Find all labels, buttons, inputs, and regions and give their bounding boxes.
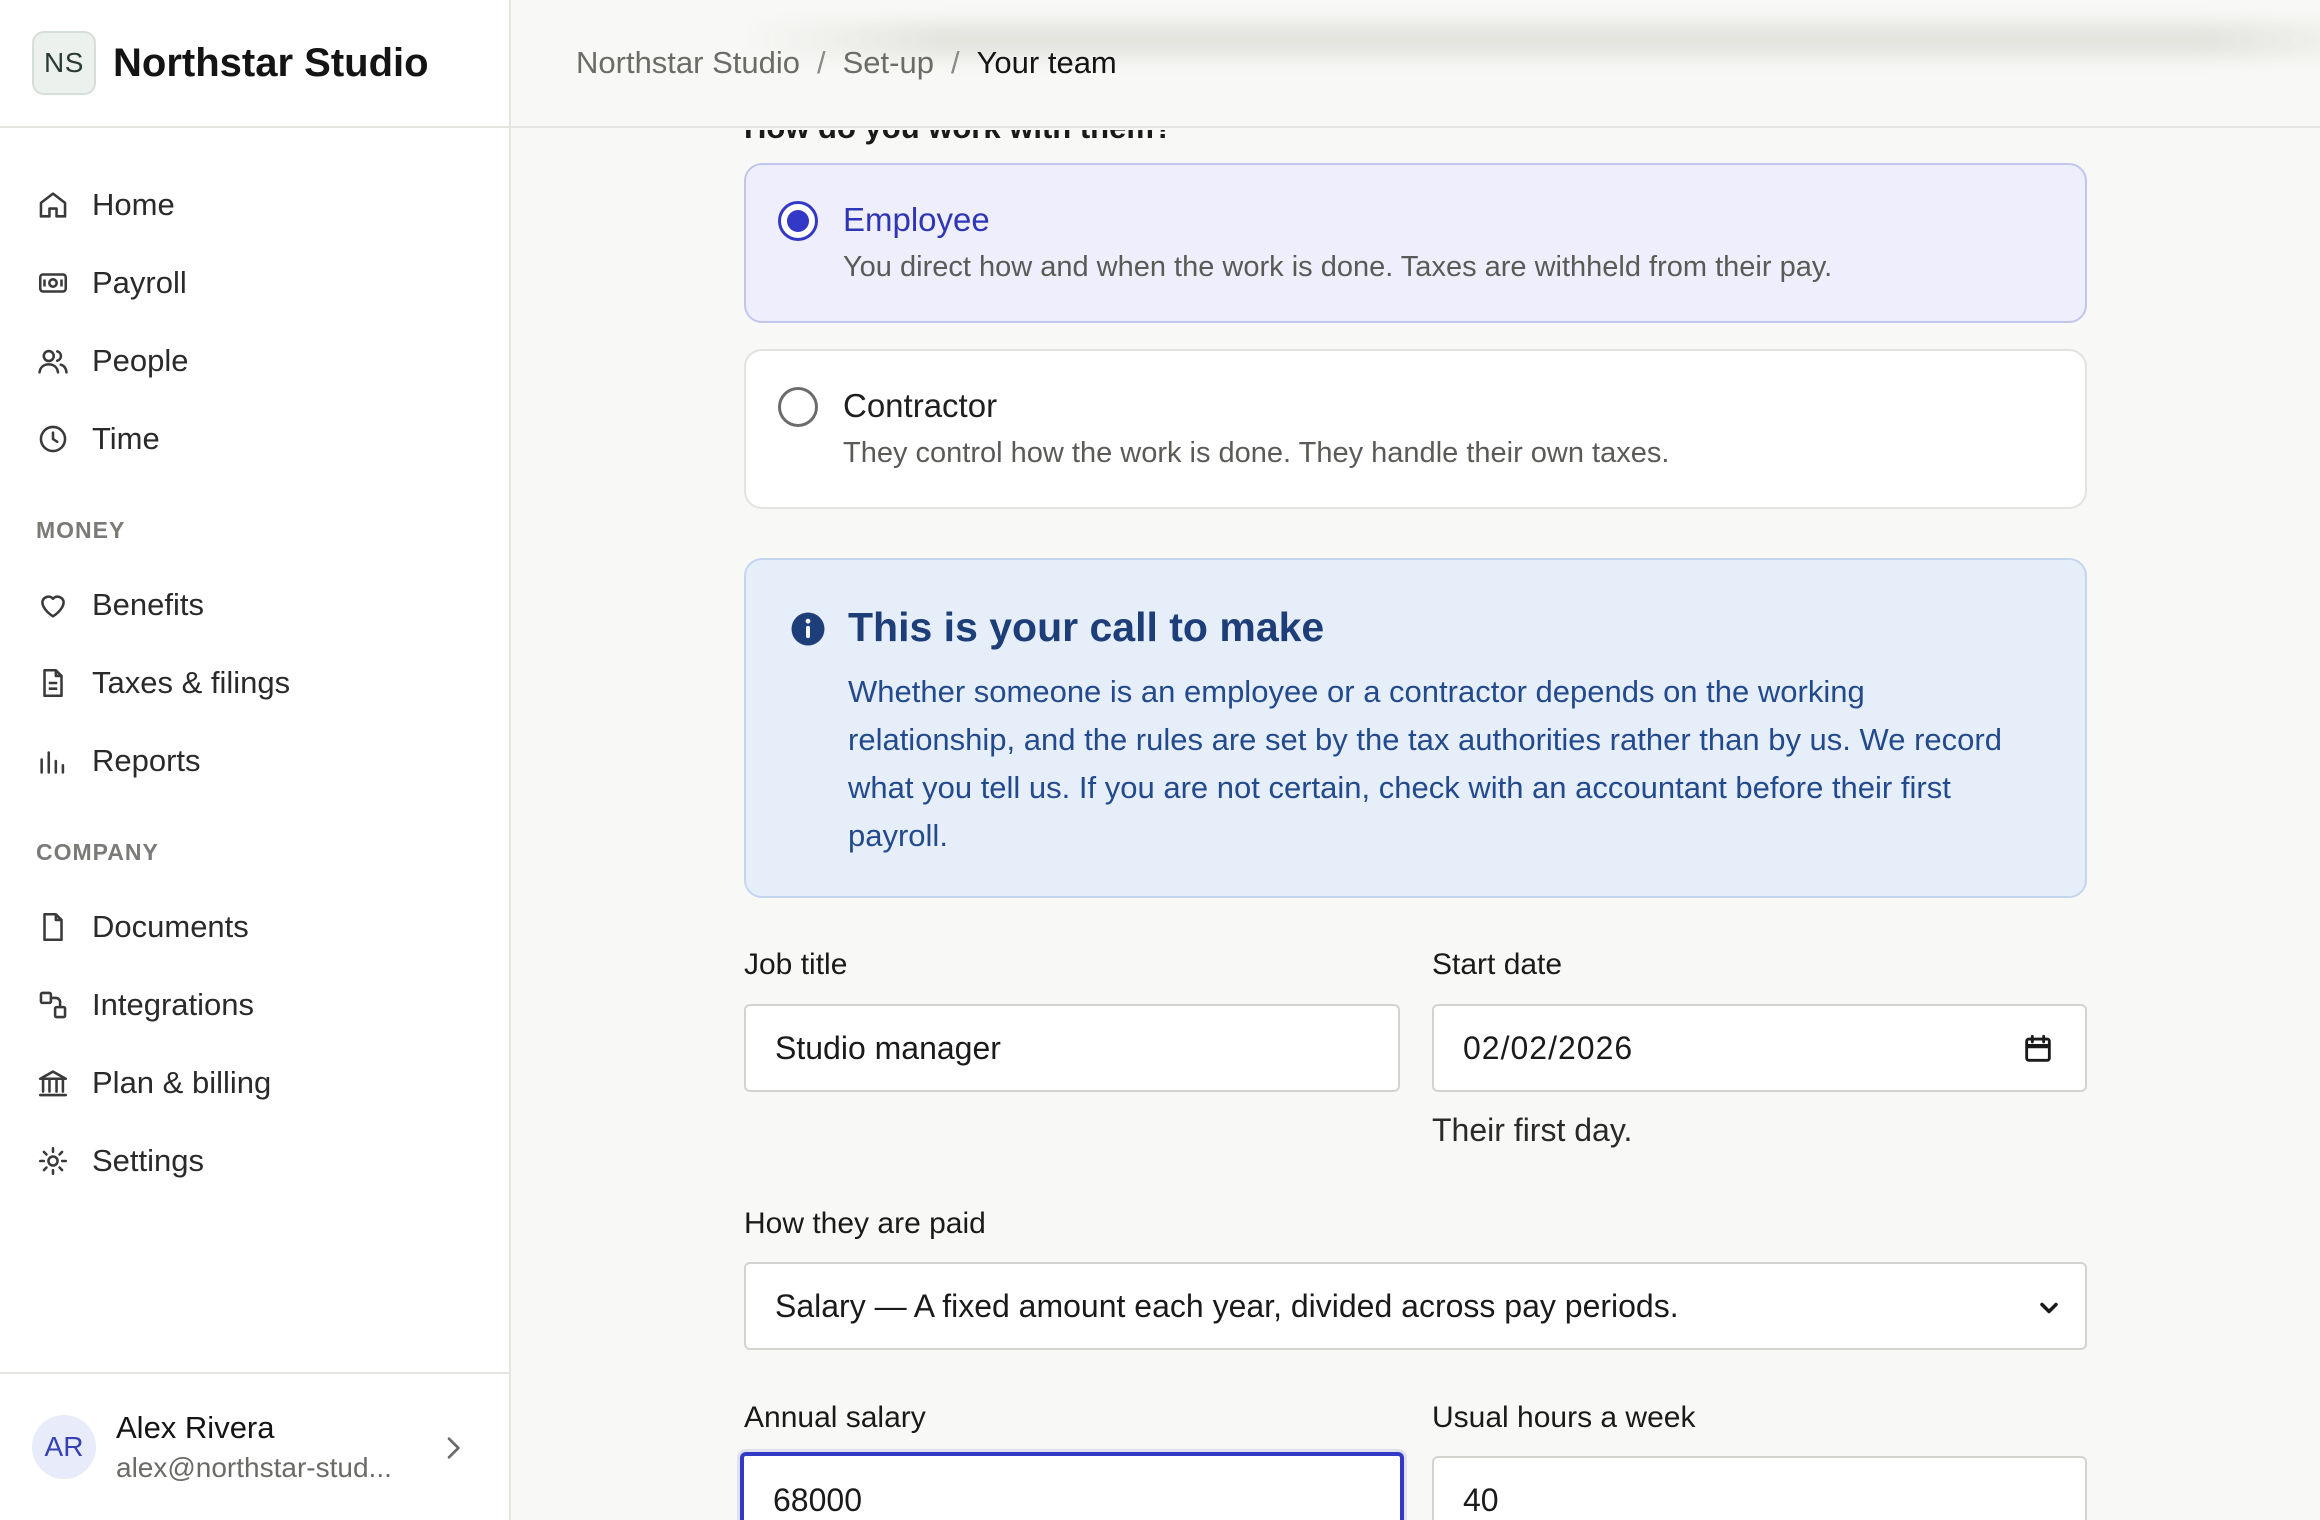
- sidebar-item-plan-billing[interactable]: Plan & billing: [0, 1044, 509, 1122]
- bar-chart-icon: [40, 751, 65, 774]
- breadcrumb-setup[interactable]: Set-up: [843, 45, 934, 81]
- pay-type-select[interactable]: Salary — A fixed amount each year, divid…: [744, 1262, 2087, 1350]
- nav-section-money: MONEY: [36, 516, 126, 543]
- option-description: They control how the work is done. They …: [843, 437, 1670, 469]
- file-icon: [43, 912, 63, 942]
- sidebar-item-label: Settings: [92, 1143, 205, 1178]
- user-email: alex@northstar-stud...: [116, 1452, 392, 1483]
- brand-name: Northstar Studio: [113, 40, 429, 85]
- callout-title: This is your call to make: [848, 604, 1325, 650]
- annual-salary-input[interactable]: 68000: [740, 1452, 1404, 1520]
- sidebar-item-benefits[interactable]: Benefits: [0, 566, 509, 644]
- app: NS Northstar Studio Home Payroll People …: [0, 0, 2320, 1520]
- sidebar-item-people[interactable]: People: [0, 322, 509, 400]
- sidebar: NS Northstar Studio Home Payroll People …: [0, 0, 511, 1520]
- sidebar-item-documents[interactable]: Documents: [0, 888, 509, 966]
- chevron-right-icon: [447, 1437, 460, 1459]
- chevron-down-icon: [2040, 1302, 2058, 1314]
- hours-label: Usual hours a week: [1432, 1401, 1696, 1434]
- sidebar-item-label: People: [92, 343, 189, 378]
- info-icon: [791, 612, 825, 646]
- callout-body: Whether someone is an employee or a cont…: [848, 674, 2002, 853]
- job-title-value: Studio manager: [775, 1029, 1001, 1066]
- start-date-help: Their first day.: [1432, 1112, 1633, 1148]
- start-date-value: 02/02/2026: [1463, 1029, 1634, 1066]
- user-info: Alex Rivera alex@northstar-stud...: [116, 1410, 436, 1484]
- option-employee[interactable]: Employee You direct how and when the wor…: [744, 163, 2087, 323]
- sidebar-nav: Home Payroll People Time MONEY Benefits: [0, 128, 509, 1200]
- start-date-label: Start date: [1432, 948, 1563, 981]
- sidebar-item-reports[interactable]: Reports: [0, 722, 509, 800]
- sidebar-item-integrations[interactable]: Integrations: [0, 966, 509, 1044]
- gear-icon: [38, 1146, 68, 1176]
- pay-type-value: Salary — A fixed amount each year, divid…: [775, 1287, 1679, 1324]
- document-icon: [43, 668, 63, 698]
- home-icon: [39, 192, 67, 218]
- sidebar-item-payroll[interactable]: Payroll: [0, 244, 509, 322]
- sidebar-item-label: Documents: [92, 909, 249, 944]
- worker-type-question: How do you work with them?: [744, 130, 1173, 146]
- option-contractor[interactable]: Contractor They control how the work is …: [744, 349, 2087, 509]
- top-bar: Northstar Studio / Set-up / Your team: [511, 0, 2320, 128]
- brand[interactable]: NS Northstar Studio: [0, 0, 509, 128]
- avatar: AR: [32, 1415, 96, 1479]
- option-title: Contractor: [843, 387, 998, 424]
- breadcrumb-separator: /: [817, 45, 826, 80]
- nav-section-company: COMPANY: [36, 838, 159, 865]
- option-title: Employee: [843, 201, 990, 238]
- sidebar-item-label: Home: [92, 187, 175, 222]
- brand-logo: NS: [32, 31, 96, 95]
- integrations-icon: [39, 991, 67, 1019]
- sidebar-item-settings[interactable]: Settings: [0, 1122, 509, 1200]
- breadcrumb-separator: /: [950, 45, 960, 80]
- breadcrumb-root[interactable]: Northstar Studio: [576, 45, 800, 81]
- sidebar-item-label: Payroll: [92, 265, 187, 300]
- sidebar-item-label: Benefits: [92, 587, 205, 622]
- option-description: You direct how and when the work is done…: [843, 251, 1833, 283]
- sidebar-item-time[interactable]: Time: [0, 400, 509, 478]
- user-name: Alex Rivera: [116, 1410, 275, 1445]
- sidebar-item-label: Integrations: [92, 987, 254, 1022]
- employee-radio[interactable]: [778, 201, 818, 241]
- clock-icon: [39, 425, 67, 453]
- job-title-input[interactable]: Studio manager: [744, 1004, 1400, 1092]
- payroll-icon: [38, 273, 68, 293]
- sidebar-item-label: Time: [92, 421, 160, 456]
- annual-salary-label: Annual salary: [744, 1401, 926, 1434]
- bank-icon: [38, 1070, 68, 1097]
- hours-input[interactable]: 40: [1432, 1456, 2087, 1520]
- annual-salary-value: 68000: [773, 1481, 862, 1518]
- pay-type-label: How they are paid: [744, 1207, 986, 1240]
- contractor-radio[interactable]: [778, 387, 818, 427]
- job-title-label: Job title: [744, 948, 848, 981]
- people-icon: [38, 349, 68, 374]
- sidebar-item-home[interactable]: Home: [0, 166, 509, 244]
- sidebar-item-label: Reports: [92, 743, 201, 778]
- breadcrumb: Northstar Studio / Set-up / Your team: [576, 0, 1117, 126]
- breadcrumb-current: Your team: [976, 45, 1117, 80]
- hours-value: 40: [1463, 1481, 1499, 1518]
- user-menu[interactable]: AR Alex Rivera alex@northstar-stud...: [0, 1372, 509, 1520]
- heart-icon: [41, 595, 65, 618]
- calendar-icon[interactable]: [2021, 1032, 2055, 1066]
- main-content: How do you work with them? Employee You …: [511, 130, 2320, 1520]
- info-callout: This is your call to make Whether someon…: [744, 558, 2087, 898]
- start-date-input[interactable]: 02/02/2026: [1432, 1004, 2087, 1092]
- sidebar-item-label: Taxes & filings: [92, 665, 291, 700]
- sidebar-item-taxes[interactable]: Taxes & filings: [0, 644, 509, 722]
- sidebar-item-label: Plan & billing: [92, 1065, 272, 1100]
